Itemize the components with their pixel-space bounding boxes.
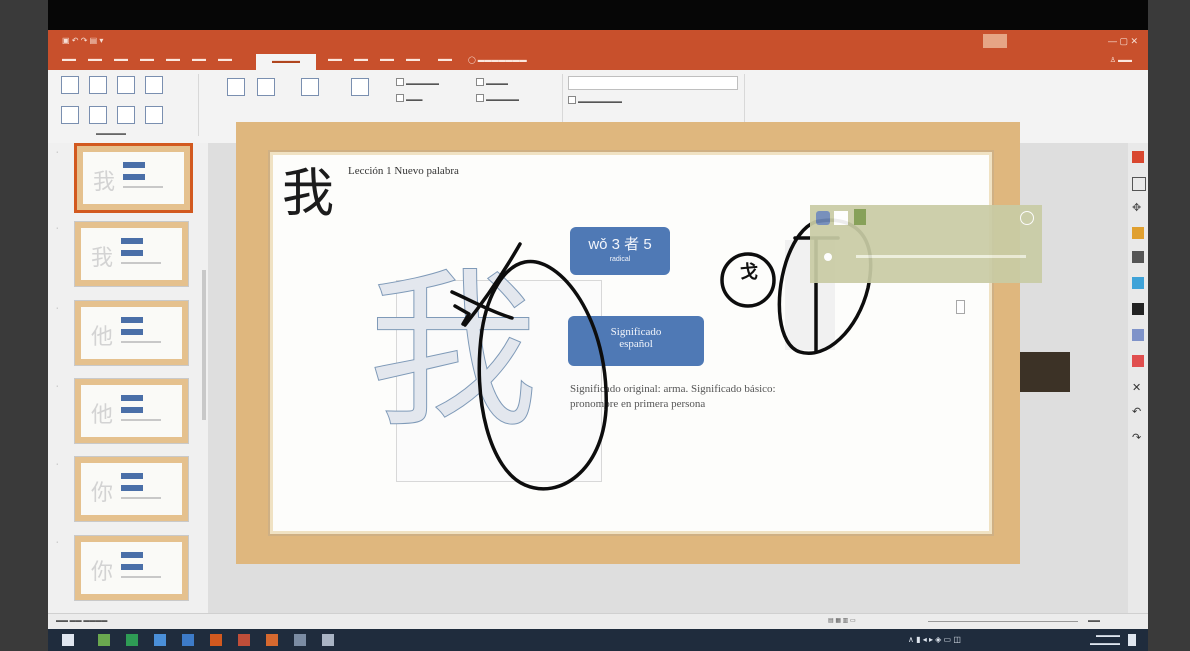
close-panel-icon[interactable]	[1020, 211, 1034, 225]
eraser-icon[interactable]	[834, 211, 848, 225]
pen-width-slider-knob[interactable]	[956, 300, 965, 314]
pen-size-dot	[824, 253, 832, 261]
ink-circle-annotation	[720, 252, 776, 308]
trash-icon[interactable]	[854, 209, 866, 225]
ink-annotations[interactable]	[0, 0, 1190, 651]
pen-width-slider[interactable]	[856, 255, 1026, 314]
pen-settings-panel[interactable]	[810, 205, 1042, 314]
ink-ellipse-character	[477, 259, 608, 491]
pen-color-icon[interactable]	[816, 211, 830, 225]
ink-slash-stroke	[463, 242, 522, 327]
